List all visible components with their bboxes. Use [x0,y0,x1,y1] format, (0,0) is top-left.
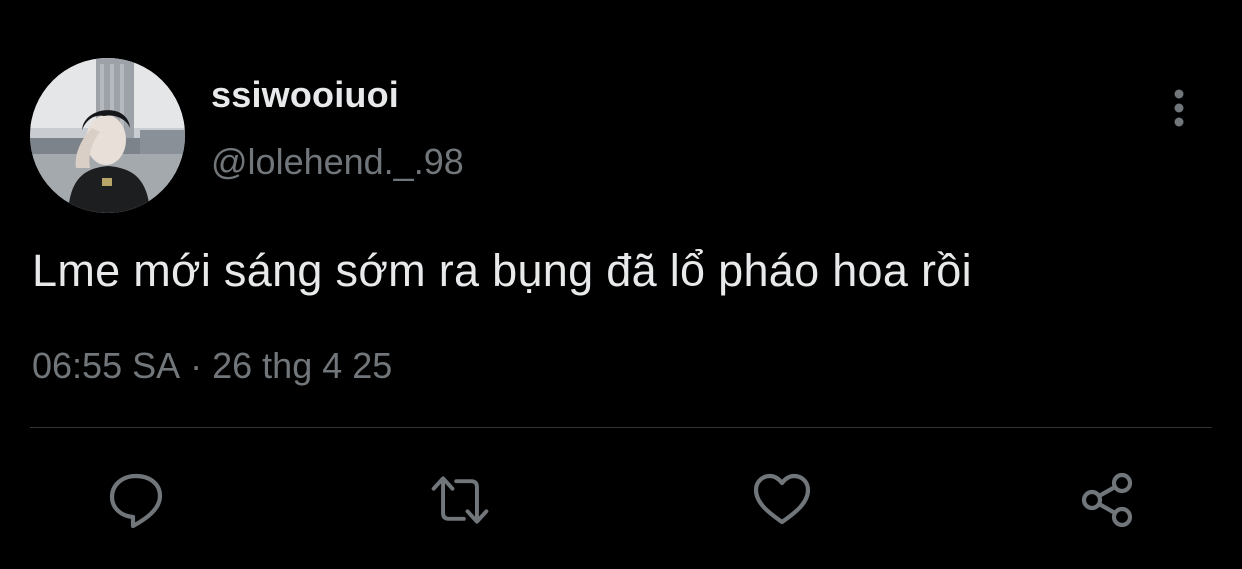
more-vertical-icon [1174,89,1184,127]
retweet-icon [431,476,489,524]
tweet-date: 26 thg 4 25 [212,345,393,386]
display-name[interactable]: ssiwooiuoi [211,74,399,116]
avatar[interactable] [30,58,185,213]
tweet-card: ssiwooiuoi @lolehend._.98 Lme mới sáng s… [0,0,1242,569]
meta-separator: · [190,345,203,386]
share-button[interactable] [1076,468,1140,532]
avatar-photo [30,58,185,213]
share-icon [1081,472,1133,528]
divider [30,427,1212,428]
reply-icon [109,473,163,529]
tweet-time: 06:55 SA [32,345,181,386]
heart-icon [753,473,811,525]
tweet-text: Lme mới sáng sớm ra bụng đã lổ pháo hoa … [32,245,972,296]
user-handle[interactable]: @lolehend._.98 [211,141,464,183]
reply-button[interactable] [104,468,168,532]
retweet-button[interactable] [428,468,492,532]
more-options-button[interactable] [1160,86,1198,130]
like-button[interactable] [750,468,814,532]
tweet-timestamp: 06:55 SA · 26 thg 4 25 [32,345,392,387]
